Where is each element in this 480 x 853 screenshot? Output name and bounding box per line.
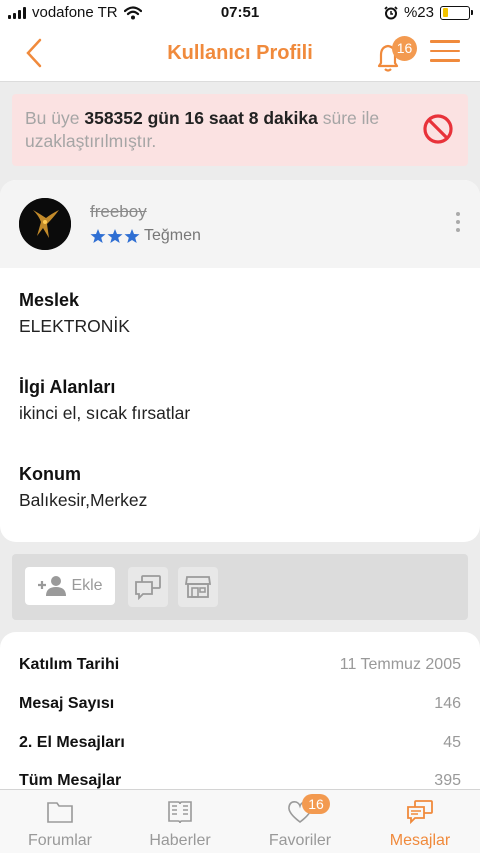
tab-label: Forumlar [27, 832, 92, 849]
field-occupation: Meslek ELEKTRONİK [19, 290, 130, 337]
add-friend-icon [38, 576, 67, 596]
tab-label: Mesajlar [389, 832, 451, 849]
nav-bar: Kullanıcı Profili 16 [0, 26, 480, 82]
stat-label: Tüm Mesajlar [19, 772, 122, 789]
newspaper-icon [168, 801, 192, 824]
notifications-button[interactable]: 16 [372, 36, 418, 76]
tab-label: Haberler [149, 832, 211, 849]
stat-row[interactable]: Mesaj Sayısı 146 [19, 695, 461, 713]
battery-percent: %23 [403, 4, 434, 21]
stat-value: 45 [443, 734, 461, 751]
avatar-image [19, 198, 71, 250]
field-label: Konum [19, 464, 81, 484]
field-interests: İlgi Alanları ikinci el, sıcak fırsatlar [19, 377, 190, 424]
tab-favorites[interactable]: 16 Favoriler [240, 790, 360, 853]
field-label: İlgi Alanları [19, 377, 116, 397]
rank-stars [90, 228, 140, 244]
hamburger-menu-icon [430, 40, 460, 62]
star-icon [90, 229, 106, 243]
username[interactable]: freeboy [90, 202, 147, 222]
tab-news[interactable]: Haberler [120, 790, 240, 853]
send-message-button[interactable] [128, 567, 168, 607]
add-friend-label: Ekle [71, 577, 103, 594]
profile-card: freeboy Teğmen Meslek ELEKTRONİK İlgi Al… [0, 180, 480, 542]
add-friend-button[interactable]: Ekle [25, 567, 115, 605]
stat-label: Mesaj Sayısı [19, 695, 115, 712]
alarm-icon [384, 5, 398, 19]
status-right: %23 [384, 4, 473, 21]
menu-button[interactable] [430, 40, 460, 66]
stat-label: 2. El Mesajları [19, 734, 125, 751]
tab-forums[interactable]: Forumlar [0, 790, 120, 853]
field-value: Balıkesir,Merkez [19, 490, 148, 510]
stat-row: Katılım Tarihi 11 Temmuz 2005 [19, 656, 461, 674]
field-label: Meslek [19, 290, 80, 310]
avatar[interactable] [19, 198, 71, 250]
store-icon [184, 576, 212, 598]
folder-icon [47, 802, 73, 823]
message-icon [135, 575, 161, 600]
tab-bar: Forumlar Haberler 16 Favoriler Mesajlar [0, 789, 480, 853]
stat-value: 395 [434, 772, 461, 789]
notification-badge: 16 [392, 36, 417, 61]
prohibited-icon [423, 114, 453, 144]
ban-prefix: Bu üye [25, 108, 85, 128]
stat-value: 11 Temmuz 2005 [339, 656, 461, 673]
star-icon [107, 229, 123, 243]
field-value: ELEKTRONİK [19, 316, 130, 336]
stat-value: 146 [434, 695, 461, 712]
field-value: ikinci el, sıcak fırsatlar [19, 403, 191, 423]
status-bar: vodafone TR 07:51 %23 [0, 0, 480, 26]
profile-header: freeboy Teğmen [0, 180, 480, 268]
stat-row[interactable]: 2. El Mesajları 45 [19, 734, 461, 752]
star-icon [124, 229, 140, 243]
rank-label: Teğmen [144, 227, 201, 244]
chat-bubbles-icon [407, 800, 433, 825]
battery-icon [440, 5, 473, 20]
action-bar: Ekle [12, 554, 468, 620]
store-button[interactable] [178, 567, 218, 607]
stat-label: Katılım Tarihi [19, 656, 120, 673]
favorites-badge: 16 [302, 794, 330, 814]
ban-notice: Bu üye 358352 gün 16 saat 8 dakika süre … [12, 94, 468, 166]
more-options-button[interactable] [454, 212, 462, 236]
stat-row[interactable]: Tüm Mesajlar 395 [19, 772, 461, 790]
tab-messages[interactable]: Mesajlar [360, 790, 480, 853]
stats-card: Katılım Tarihi 11 Temmuz 2005 Mesaj Sayı… [0, 632, 480, 802]
field-location: Konum Balıkesir,Merkez [19, 464, 147, 511]
rank: Teğmen [90, 227, 201, 245]
tab-label: Favoriler [268, 832, 332, 849]
kebab-icon [454, 212, 462, 232]
ban-duration: 358352 gün 16 saat 8 dakika [84, 108, 318, 128]
